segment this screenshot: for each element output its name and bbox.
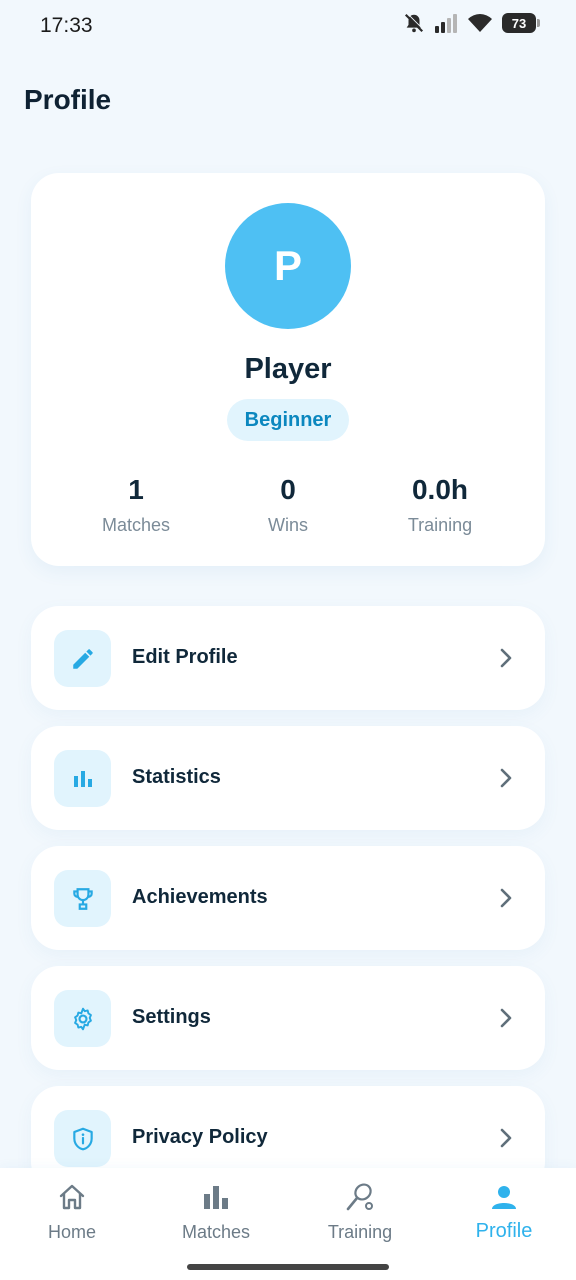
nav-label: Training (327, 1222, 393, 1242)
menu-item-achievements[interactable]: Achievements (31, 846, 545, 950)
menu-label: Achievements (132, 886, 268, 908)
nav-item-profile[interactable]: Profile (432, 1168, 576, 1268)
wifi-icon (468, 14, 492, 32)
menu-icon-box (54, 870, 111, 927)
home-indicator[interactable] (187, 1264, 389, 1270)
menu-item-edit-profile[interactable]: Edit Profile (31, 606, 545, 710)
menu-label: Edit Profile (132, 646, 238, 668)
nav-item-home[interactable]: Home (0, 1168, 144, 1268)
menu-item-statistics[interactable]: Statistics (31, 726, 545, 830)
avatar-initial: P (273, 242, 302, 289)
status-time: 17:33 (40, 14, 93, 37)
stat-value: 1 (128, 474, 144, 505)
page-title: Profile (24, 84, 112, 115)
menu-icon-box (54, 1110, 111, 1167)
signal-icon (435, 14, 457, 33)
stat-wins: 0 Wins (208, 473, 368, 536)
stat-label: Wins (268, 515, 308, 535)
menu-label: Privacy Policy (132, 1126, 268, 1148)
home-icon (59, 1184, 85, 1210)
stat-value: 0 (280, 474, 296, 505)
chevron-right-icon (500, 888, 512, 908)
bell-off-icon (404, 12, 425, 33)
pencil-icon (72, 648, 93, 669)
profile-card: P Player Beginner 1 Matches 0 Wins 0.0h … (31, 173, 545, 566)
menu-item-settings[interactable]: Settings (31, 966, 545, 1070)
stat-value: 0.0h (411, 474, 469, 505)
stat-label: Matches (101, 515, 171, 535)
chevron-right-icon (500, 1128, 512, 1148)
status-bar: 17:33 73 (0, 0, 576, 54)
nav-label: Home (47, 1222, 96, 1242)
person-icon (492, 1186, 516, 1209)
menu-icon-box (54, 990, 111, 1047)
player-name: Player (244, 353, 332, 385)
menu-icon-box (54, 750, 111, 807)
menu-label: Settings (132, 1006, 211, 1028)
menu-icon-box (54, 630, 111, 687)
status-icons: 73 (403, 12, 540, 34)
chevron-right-icon (500, 768, 512, 788)
bar-chart-icon (204, 1186, 228, 1209)
gear-icon (73, 1007, 92, 1030)
stat-training: 0.0h Training (360, 473, 520, 536)
nav-item-matches[interactable]: Matches (144, 1168, 288, 1268)
nav-label: Profile (475, 1220, 533, 1242)
battery-level: 73 (511, 15, 527, 31)
trophy-icon (72, 887, 93, 910)
stat-label: Training (407, 515, 473, 535)
nav-label: Matches (181, 1222, 251, 1242)
avatar: P (225, 203, 351, 329)
nav-item-training[interactable]: Training (288, 1168, 432, 1268)
screen: 17:33 73 Profile P Player Beginner 1 Mat… (0, 0, 576, 1280)
chevron-right-icon (500, 1008, 512, 1028)
bar-chart-icon (73, 770, 92, 787)
racket-icon (346, 1183, 373, 1211)
level-badge: Beginner (227, 399, 349, 441)
battery-icon: 73 (502, 13, 540, 33)
shield-info-icon (72, 1127, 93, 1150)
menu-label: Statistics (132, 766, 221, 788)
chevron-right-icon (500, 648, 512, 668)
stat-matches: 1 Matches (56, 473, 216, 536)
